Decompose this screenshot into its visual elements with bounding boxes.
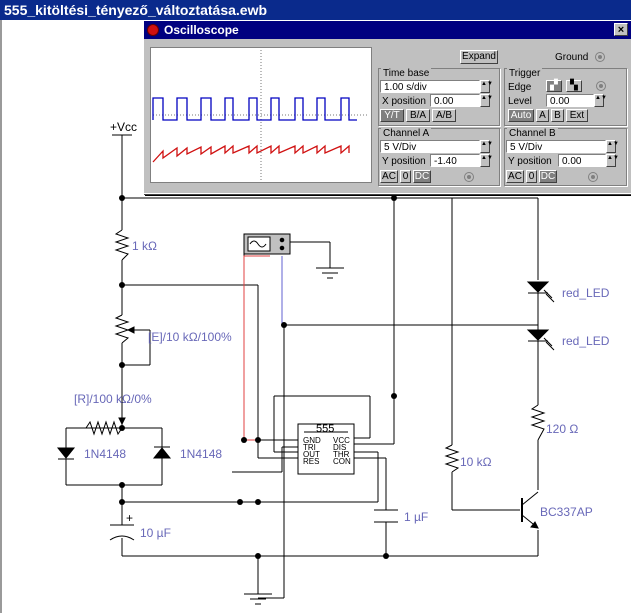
- potentiometer-e[interactable]: [114, 314, 150, 344]
- trigger-a-button[interactable]: A: [536, 109, 549, 122]
- window-title: 555_kitöltési_tényező_változtatása.ewb: [4, 2, 268, 18]
- oscilloscope-title: Oscilloscope: [164, 23, 239, 37]
- channel-b-dc-button[interactable]: DC: [539, 170, 557, 183]
- diode-d2-label: 1N4148: [180, 447, 222, 461]
- oscilloscope-app-icon: [147, 24, 159, 36]
- trigger-ext-button[interactable]: Ext: [566, 109, 588, 122]
- potentiometer-r-label: [R]/100 kΩ/0%: [74, 392, 152, 406]
- channel-a-ypos-spinner[interactable]: ▲▼: [480, 154, 493, 167]
- capacitor-c1[interactable]: [109, 524, 135, 541]
- diode-d1-label: 1N4148: [84, 447, 126, 461]
- channel-a-terminal[interactable]: [464, 172, 474, 182]
- ground-label: Ground: [555, 52, 589, 63]
- capacitor-c2[interactable]: [374, 509, 398, 523]
- probe-wire-b: [243, 255, 270, 441]
- channel-a-scale-field[interactable]: 5 V/Div: [380, 140, 480, 153]
- channel-a-title: Channel A: [381, 128, 432, 139]
- trigger-title: Trigger: [507, 68, 543, 79]
- edge-label: Edge: [508, 82, 532, 93]
- resistor-r2[interactable]: [444, 444, 460, 473]
- led-1-label: red_LED: [562, 286, 610, 300]
- transistor-label: BC337AP: [540, 505, 593, 519]
- resistor-r1[interactable]: [114, 229, 130, 261]
- mode-ab-button[interactable]: A/B: [432, 109, 456, 122]
- oscilloscope-symbol[interactable]: [243, 233, 291, 255]
- channel-a-ac-button[interactable]: AC: [380, 170, 398, 183]
- ground-terminal[interactable]: [595, 52, 605, 62]
- trace-channel-a: [152, 97, 357, 121]
- timebase-field[interactable]: 1.00 s/div: [380, 80, 480, 93]
- channel-b-terminal[interactable]: [588, 172, 598, 182]
- channel-b-scale-field[interactable]: 5 V/Div: [506, 140, 606, 153]
- capacitor-c2-label: 1 µF: [404, 510, 428, 524]
- resistor-r3[interactable]: [530, 404, 546, 441]
- close-icon[interactable]: ×: [614, 23, 628, 36]
- level-field[interactable]: 0.00: [546, 94, 594, 107]
- edge-rising-button[interactable]: ▞: [546, 80, 562, 92]
- resistor-r3-label: 120 Ω: [546, 422, 578, 436]
- screen-grid: [153, 50, 369, 180]
- led-2-label: red_LED: [562, 334, 610, 348]
- level-spinner[interactable]: ▲▼: [594, 94, 607, 107]
- xpos-spinner[interactable]: ▲▼: [480, 94, 493, 107]
- channel-a-scale-spinner[interactable]: ▲▼: [480, 140, 493, 153]
- edge-falling-button[interactable]: ▚: [566, 80, 582, 92]
- ground-symbol-main: [244, 593, 272, 605]
- channel-a-ypos-field[interactable]: -1.40: [430, 154, 480, 167]
- transistor-bc337[interactable]: [521, 491, 539, 529]
- diode-d1[interactable]: [56, 447, 76, 460]
- ic-pin-res: RES: [303, 457, 319, 466]
- trace-channel-b: [152, 144, 350, 163]
- xpos-label: X position: [382, 96, 426, 107]
- channel-a-ypos-label: Y position: [382, 156, 426, 167]
- channel-b-ypos-field[interactable]: 0.00: [558, 154, 606, 167]
- ic-555-title: 555: [316, 423, 334, 435]
- vcc-label: +Vcc: [110, 120, 137, 134]
- capacitor-c1-plus: +: [126, 511, 133, 525]
- mode-ba-button[interactable]: B/A: [406, 109, 430, 122]
- timebase-title: Time base: [381, 68, 432, 79]
- resistor-r2-label: 10 kΩ: [460, 455, 492, 469]
- channel-a-zero-button[interactable]: 0: [400, 170, 411, 183]
- channel-b-ypos-label: Y position: [508, 156, 552, 167]
- diode-d2[interactable]: [152, 446, 172, 459]
- oscilloscope-screen: [150, 47, 372, 183]
- channel-b-zero-button[interactable]: 0: [526, 170, 537, 183]
- channel-b-ypos-spinner[interactable]: ▲▼: [606, 154, 619, 167]
- ground-symbol-scope: [316, 267, 344, 279]
- channel-b-title: Channel B: [507, 128, 558, 139]
- timebase-spinner[interactable]: ▲▼: [480, 80, 493, 93]
- channel-b-ac-button[interactable]: AC: [506, 170, 524, 183]
- wires: [65, 135, 539, 599]
- potentiometer-r[interactable]: [85, 415, 132, 436]
- level-label: Level: [508, 96, 532, 107]
- led-2[interactable]: [526, 329, 555, 370]
- channel-b-scale-spinner[interactable]: ▲▼: [606, 140, 619, 153]
- channel-a-dc-button[interactable]: DC: [413, 170, 431, 183]
- oscilloscope-window[interactable]: Oscilloscope × Expand Ground Time base 1…: [143, 20, 631, 194]
- ic-pin-con: CON: [333, 457, 351, 466]
- expand-button[interactable]: Expand: [460, 50, 498, 64]
- xpos-field[interactable]: 0.00: [430, 94, 480, 107]
- led-1[interactable]: [526, 281, 555, 330]
- mode-yt-button[interactable]: Y/T: [380, 109, 404, 122]
- potentiometer-e-label: [E]/10 kΩ/100%: [148, 330, 232, 344]
- oscilloscope-title-bar[interactable]: Oscilloscope ×: [144, 21, 631, 39]
- resistor-r1-label: 1 kΩ: [132, 239, 157, 253]
- trigger-auto-button[interactable]: Auto: [508, 109, 534, 122]
- capacitor-c1-label: 10 µF: [140, 526, 171, 540]
- window-title-bar[interactable]: 555_kitöltési_tényező_változtatása.ewb: [0, 0, 631, 20]
- trigger-ext-terminal[interactable]: [596, 81, 606, 91]
- trigger-b-button[interactable]: B: [551, 109, 564, 122]
